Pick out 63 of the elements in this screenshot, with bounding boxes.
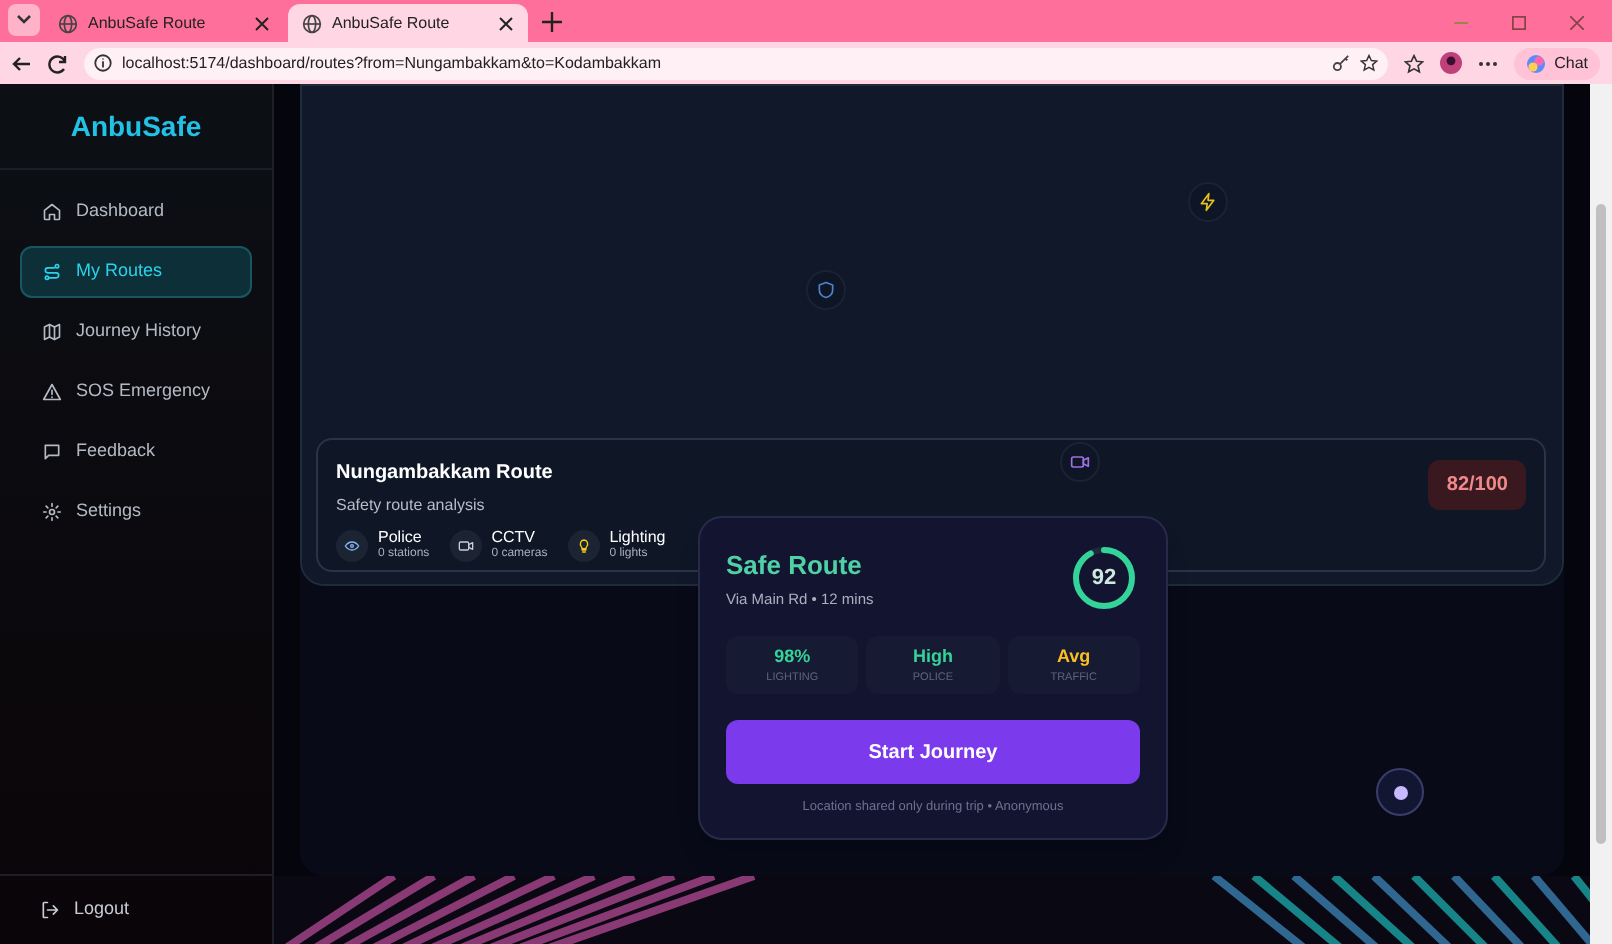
light-bulb-icon	[575, 537, 592, 554]
scrollbar[interactable]	[1590, 84, 1612, 944]
chat-bubble-icon	[42, 442, 62, 462]
score-value: 92	[1091, 563, 1117, 594]
score-badge: 82/100	[1428, 460, 1526, 510]
close-icon	[498, 15, 514, 31]
more-icon	[1478, 59, 1499, 67]
route-icon	[42, 262, 62, 282]
eye-icon	[344, 537, 360, 554]
chat-button[interactable]: Chat	[1514, 47, 1600, 79]
globe-icon	[58, 13, 78, 33]
key-icon	[1332, 54, 1351, 72]
video-camera-icon	[457, 537, 474, 554]
copilot-icon	[1526, 53, 1547, 73]
sidebar-item[interactable]: Feedback	[20, 426, 252, 478]
info-icon	[94, 54, 112, 72]
url-text: localhost:5174/dashboard/routes?from=Nungambakkam&to=Kodambakkam	[122, 51, 663, 75]
star-icon	[1360, 54, 1379, 72]
safe-route-title: Safe Route	[726, 547, 864, 584]
map-marker[interactable]	[806, 270, 846, 310]
stat-label: Police	[378, 528, 424, 547]
tab-list-button[interactable]	[8, 4, 40, 36]
logout-button[interactable]: Logout	[0, 874, 272, 944]
plus-icon	[542, 12, 562, 32]
route-title: Nungambakkam Route	[336, 460, 555, 488]
address-bar[interactable]: localhost:5174/dashboard/routes?from=Nungambakkam&to=Kodambakkam	[84, 47, 1389, 79]
reload-icon	[48, 53, 68, 73]
lightning-icon	[1198, 192, 1218, 212]
tab-title: AnbuSafe Route	[88, 11, 208, 35]
sidebar-item[interactable]: SOS Emergency	[20, 366, 252, 418]
close-icon	[254, 15, 270, 31]
metric-value: 98%	[774, 643, 811, 670]
settings-icon	[42, 502, 62, 522]
score-ring	[1068, 542, 1140, 614]
favorites-icon	[1404, 53, 1425, 73]
maximize-icon	[1512, 16, 1526, 30]
warning-icon	[42, 382, 62, 402]
sidebar-item[interactable]: Dashboard	[20, 186, 252, 238]
metric-value: High	[912, 643, 953, 670]
sidebar-item[interactable]: My Routes	[20, 246, 252, 298]
sidebar-item[interactable]: Journey History	[20, 306, 252, 358]
back-arrow-icon	[12, 53, 32, 73]
start-journey-button[interactable]: Start Journey	[726, 720, 1140, 784]
minimize-icon	[1454, 16, 1468, 30]
app-logo: AnbuSafe	[70, 107, 202, 145]
browser-tab[interactable]: AnbuSafe Route	[288, 4, 528, 42]
map-icon	[42, 322, 62, 342]
video-camera-icon	[1070, 452, 1090, 472]
shield-icon	[816, 280, 836, 300]
stat-label: Lighting	[609, 528, 666, 547]
globe-icon	[302, 13, 322, 33]
route-subtitle: Safety route analysis	[336, 494, 487, 518]
close-icon	[1570, 16, 1584, 30]
map-marker[interactable]	[1188, 182, 1228, 222]
metric-value: Avg	[1056, 643, 1091, 670]
home-icon	[42, 202, 62, 222]
location-dot-icon	[1393, 785, 1407, 799]
profile-icon	[1440, 52, 1463, 74]
stat-label: CCTV	[491, 528, 537, 547]
location-button[interactable]	[1376, 768, 1424, 816]
sidebar-item[interactable]: Settings	[20, 486, 252, 538]
logout-icon	[40, 900, 60, 920]
tab-title: AnbuSafe Route	[332, 11, 452, 35]
